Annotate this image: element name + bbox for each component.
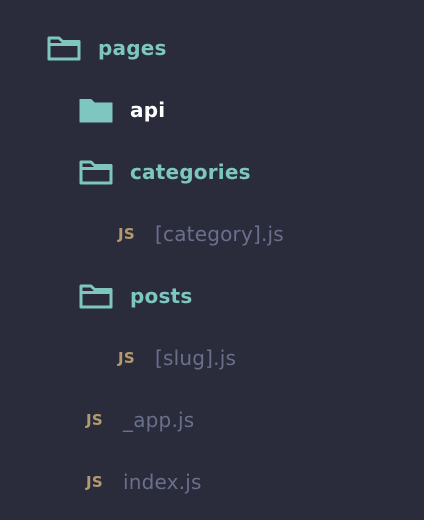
folder-posts[interactable]: posts bbox=[78, 280, 192, 312]
folder-outline-icon bbox=[78, 282, 114, 310]
js-file-icon: JS bbox=[86, 473, 103, 491]
js-file-icon: JS bbox=[86, 411, 103, 429]
folder-label: pages bbox=[98, 36, 167, 60]
folder-label: categories bbox=[130, 160, 251, 184]
js-file-icon: JS bbox=[118, 349, 135, 367]
folder-label: api bbox=[130, 98, 166, 122]
file-index-js[interactable]: JS index.js bbox=[86, 466, 202, 498]
file-tree: pages api categories JS [category].js po… bbox=[0, 0, 424, 520]
file-label: index.js bbox=[123, 470, 202, 494]
file-label: _app.js bbox=[123, 408, 195, 432]
folder-pages[interactable]: pages bbox=[46, 32, 167, 64]
folder-api[interactable]: api bbox=[78, 94, 165, 126]
file-label: [category].js bbox=[155, 222, 284, 246]
file-app-js[interactable]: JS _app.js bbox=[86, 404, 194, 436]
file-slug-js[interactable]: JS [slug].js bbox=[118, 342, 236, 374]
folder-outline-icon bbox=[46, 34, 82, 62]
js-file-icon: JS bbox=[118, 225, 135, 243]
folder-filled-icon bbox=[78, 96, 114, 124]
folder-outline-icon bbox=[78, 158, 114, 186]
file-label: [slug].js bbox=[155, 346, 237, 370]
file-category-js[interactable]: JS [category].js bbox=[118, 218, 284, 250]
folder-categories[interactable]: categories bbox=[78, 156, 251, 188]
folder-label: posts bbox=[130, 284, 193, 308]
